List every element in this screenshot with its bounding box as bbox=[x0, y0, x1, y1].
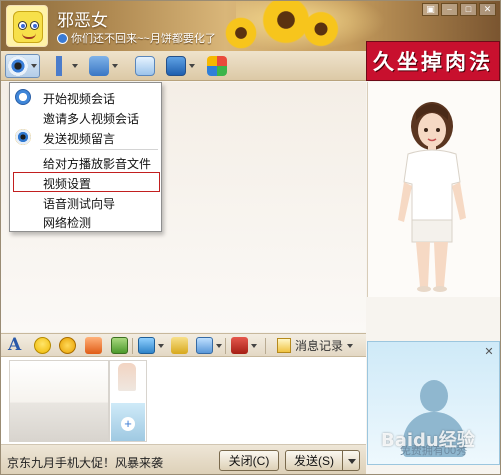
menu-item-start-video[interactable]: 开始视频会话 bbox=[10, 87, 161, 107]
menu-item-voice-test[interactable]: 语音测试向导 bbox=[10, 192, 161, 212]
send-button[interactable]: 发送(S) bbox=[285, 450, 343, 471]
emoticon-icon[interactable] bbox=[34, 337, 51, 354]
send-doc-icon[interactable] bbox=[231, 337, 248, 354]
toolbar-divider bbox=[225, 338, 226, 354]
sunflower-decoration bbox=[301, 9, 341, 49]
chevron-down-icon bbox=[31, 64, 37, 68]
folder-icon bbox=[89, 56, 109, 76]
video-dropdown-menu: 开始视频会话 邀请多人视频会话 发送视频留言 给对方播放影音文件 视频设置 语音… bbox=[9, 82, 162, 232]
ad-banner-text: 久坐掉肉法 bbox=[373, 49, 493, 74]
close-icon[interactable]: ✕ bbox=[483, 346, 495, 358]
doodle-icon[interactable] bbox=[85, 337, 102, 354]
menu-item-video-settings[interactable]: 视频设置 bbox=[13, 172, 160, 192]
user-silhouette-icon bbox=[420, 380, 448, 412]
contact-signature: 你们还不回来~~月饼都要化了 bbox=[57, 30, 216, 46]
video-button[interactable] bbox=[5, 54, 40, 78]
chevron-down-icon bbox=[347, 343, 354, 348]
music-icon[interactable] bbox=[171, 337, 188, 354]
close-window-button[interactable]: ✕ bbox=[479, 3, 496, 16]
message-icon bbox=[135, 56, 155, 76]
magic-emoticon-icon[interactable] bbox=[59, 337, 76, 354]
image-icon[interactable] bbox=[138, 337, 155, 354]
screen-icon bbox=[166, 56, 186, 76]
sunflower-decoration bbox=[223, 15, 259, 51]
promo-link[interactable]: 京东九月手机大促！风暴来袭 bbox=[7, 454, 163, 471]
watermark-text: Baidu经验 bbox=[381, 430, 475, 451]
microphone-icon bbox=[49, 56, 69, 76]
chevron-down-icon bbox=[189, 64, 195, 68]
maximize-button[interactable]: □ bbox=[460, 3, 477, 16]
chat-window: 邪恶女 你们还不回来~~月饼都要化了 ▣ ⎯ □ ✕ 久坐掉肉法 ✕ 免费拥有0… bbox=[0, 0, 501, 475]
chevron-down-icon bbox=[72, 64, 78, 68]
send-options-dropdown[interactable] bbox=[342, 450, 360, 471]
close-button[interactable]: 关闭(C) bbox=[219, 450, 279, 471]
menu-item-network-check[interactable]: 网络检测 bbox=[10, 211, 161, 231]
chevron-down-icon[interactable] bbox=[216, 344, 222, 348]
voice-button[interactable] bbox=[49, 55, 78, 77]
pasted-screenshot-image bbox=[9, 360, 109, 442]
menu-divider bbox=[40, 149, 158, 150]
chat-footer: 京东九月手机大促！风暴来袭 关闭(C) 发送(S) bbox=[1, 445, 366, 474]
contact-avatar[interactable] bbox=[6, 5, 48, 47]
cartoon-girl-image bbox=[398, 102, 466, 292]
menu-item-group-video[interactable]: 邀请多人视频会话 bbox=[10, 107, 161, 127]
chevron-down-icon[interactable] bbox=[158, 344, 164, 348]
remote-assist-button[interactable] bbox=[166, 55, 195, 77]
apps-icon bbox=[207, 56, 227, 76]
signature-icon bbox=[57, 33, 68, 44]
window-controls: ▣ ⎯ □ ✕ bbox=[422, 3, 496, 16]
input-toolbar: A 消息记录 bbox=[1, 333, 366, 357]
contact-show-panel bbox=[367, 82, 500, 297]
message-input[interactable] bbox=[1, 357, 366, 445]
menu-item-play-media[interactable]: 给对方播放影音文件 bbox=[10, 152, 161, 172]
apps-button[interactable] bbox=[207, 55, 227, 77]
camera-icon bbox=[8, 56, 28, 76]
message-button[interactable] bbox=[135, 55, 155, 77]
chat-bubble-icon bbox=[15, 89, 31, 105]
chevron-down-icon bbox=[112, 64, 118, 68]
ad-banner[interactable]: 久坐掉肉法 bbox=[366, 41, 500, 81]
menu-item-video-message[interactable]: 发送视频留言 bbox=[10, 127, 161, 147]
spongebob-avatar-icon bbox=[13, 11, 43, 43]
message-history-button[interactable]: 消息记录 bbox=[277, 337, 354, 354]
font-icon[interactable]: A bbox=[8, 337, 25, 354]
minimize-button[interactable]: ⎯ bbox=[441, 3, 458, 16]
toolbar-divider bbox=[132, 338, 133, 354]
toolbar-divider bbox=[265, 338, 266, 354]
message-history-label: 消息记录 bbox=[295, 339, 344, 353]
file-transfer-button[interactable] bbox=[89, 55, 118, 77]
screenshot-icon[interactable] bbox=[111, 337, 128, 354]
top-toolbar bbox=[1, 51, 366, 81]
contact-name[interactable]: 邪恶女 bbox=[57, 6, 108, 31]
skin-button[interactable]: ▣ bbox=[422, 3, 439, 16]
chat-mode-icon[interactable] bbox=[196, 337, 213, 354]
camera-icon bbox=[15, 129, 31, 145]
chevron-down-icon[interactable] bbox=[251, 344, 257, 348]
history-icon bbox=[277, 338, 291, 353]
pasted-thumbnail-image bbox=[109, 360, 147, 442]
